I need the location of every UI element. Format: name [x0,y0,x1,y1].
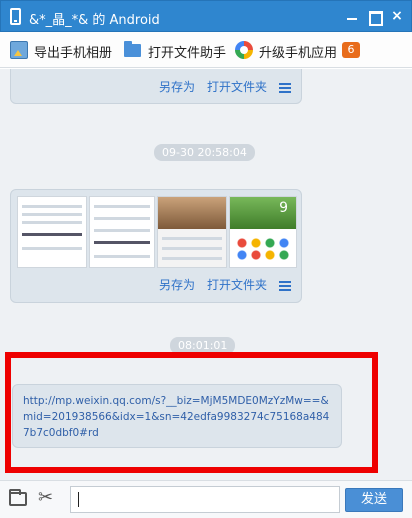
image-thumbnail[interactable] [89,196,155,268]
save-as-link[interactable]: 另存为 [159,80,195,94]
message-input[interactable] [70,486,340,513]
image-thumbnail[interactable]: 9 [229,196,297,268]
save-as-link[interactable]: 另存为 [159,278,195,292]
image-thumbnail[interactable] [157,196,227,268]
image-thumbnail[interactable] [17,196,87,268]
thumbnail-line [162,257,222,260]
image-export-icon [10,41,28,59]
input-bar: ✂ 发送 [0,480,412,518]
folder-icon [124,41,141,57]
thumbnail-line [22,213,82,216]
thumbnail-badge: 9 [279,200,288,216]
upgrade-count-badge: 6 [342,42,360,58]
send-button[interactable]: 发送 [345,488,403,512]
images-message-bubble: 9 另存为 打开文件夹 [10,189,302,303]
window-title: &*_晶_*& 的 Android [29,13,160,28]
menu-icon[interactable] [279,82,291,93]
thumbnail-line [162,247,222,250]
message-actions: 另存为 打开文件夹 [147,78,291,95]
thumbnail-line [94,205,150,208]
photo-thumbnail [158,197,226,229]
message-actions: 另存为 打开文件夹 [147,276,291,293]
file-message-bubble: 另存为 打开文件夹 [10,69,302,104]
app-store-icon [235,41,253,59]
app-grid-icon [236,237,292,261]
maximize-button[interactable] [367,9,383,26]
chat-area[interactable]: 另存为 打开文件夹 09-30 20:58:04 9 另存为 打开文件夹 08:… [0,69,412,480]
upgrade-apps-label: 升级手机应用 [259,46,338,61]
phone-icon [10,8,21,25]
scissors-icon[interactable]: ✂ [38,487,53,508]
open-folder-link[interactable]: 打开文件夹 [207,278,267,292]
minimize-button[interactable] [345,9,359,23]
title-bar: &*_晶_*& 的 Android × [0,0,412,32]
thumbnail-line [94,217,150,220]
open-file-helper-label: 打开文件助手 [148,46,227,61]
thumbnail-line [22,221,82,224]
thumbnail-line [94,241,150,244]
menu-icon[interactable] [279,280,291,291]
thumbnail-line [22,247,82,250]
folder-open-icon[interactable] [9,489,27,506]
thumbnail-line [162,237,222,240]
thumbnail-line [22,205,82,208]
timestamp: 09-30 20:58:04 [154,144,255,161]
thumbnail-line [94,229,150,232]
close-button[interactable]: × [390,9,404,23]
thumbnail-line [22,233,82,236]
highlight-box [5,352,378,473]
open-folder-link[interactable]: 打开文件夹 [207,80,267,94]
export-album-label: 导出手机相册 [34,46,113,61]
thumbnail-line [94,255,150,258]
